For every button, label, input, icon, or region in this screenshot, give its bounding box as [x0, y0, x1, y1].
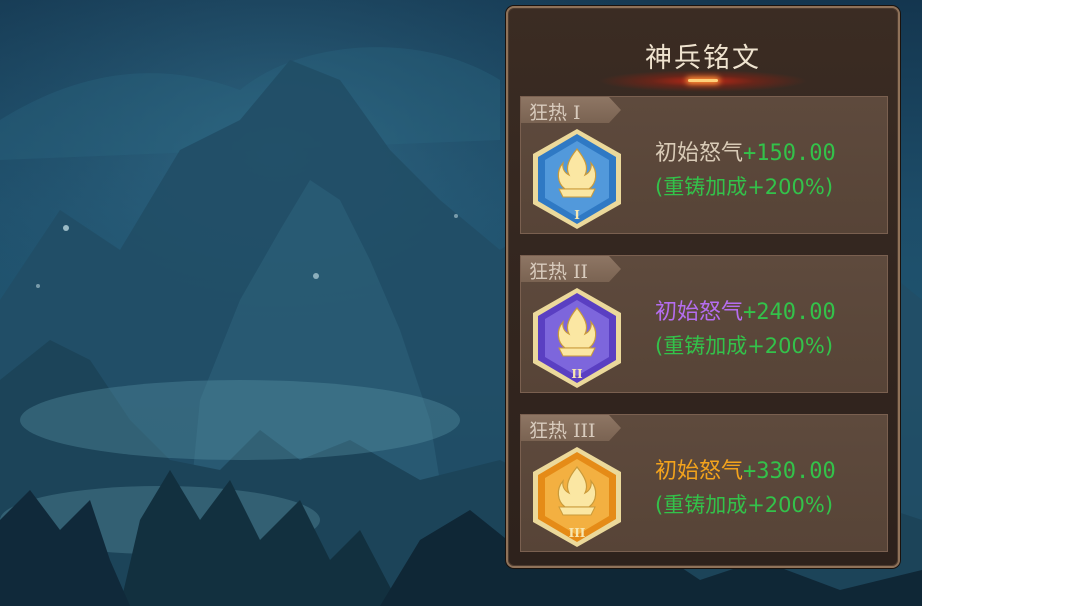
reforge-bonus: (重铸加成+200%): [655, 493, 834, 517]
panel-title: 神兵铭文: [645, 43, 761, 74]
card-tag-label: 狂热 II: [529, 261, 589, 283]
stat-name: 初始怒气: [655, 459, 744, 484]
flame-hexagon-icon: II: [533, 288, 621, 388]
card-tag-label: 狂热 III: [529, 420, 596, 442]
inscription-card-3[interactable]: 狂热 III III 初始怒气+330.00 (重铸加成+200%): [520, 414, 888, 552]
emblem-roman-numeral: I: [574, 208, 580, 222]
reforge-bonus: (重铸加成+200%): [655, 334, 834, 358]
screen-margin: [922, 0, 1080, 606]
stat-value: +150.00: [743, 141, 836, 166]
card-tag: 狂热 II: [521, 256, 621, 282]
title-spark-decoration: [688, 79, 718, 82]
stat-line: 初始怒气+330.00: [655, 453, 836, 485]
emblem-roman-numeral: II: [571, 367, 583, 381]
card-tag: 狂热 III: [521, 415, 621, 441]
stat-value: +240.00: [743, 300, 836, 325]
card-tag-label: 狂热 I: [529, 102, 581, 124]
stat-name: 初始怒气: [655, 300, 744, 325]
stat-value: +330.00: [743, 459, 836, 484]
inscription-card-1[interactable]: 狂热 I I 初始怒气+150.00 (重铸加成+200%): [520, 96, 888, 234]
inscription-card-2[interactable]: 狂热 II II 初始怒气+240.00 (重铸加成+200%): [520, 255, 888, 393]
flame-hexagon-icon: I: [533, 129, 621, 229]
stat-name: 初始怒气: [655, 141, 744, 166]
flame-hexagon-icon: III: [533, 447, 621, 547]
reforge-bonus: (重铸加成+200%): [655, 175, 834, 199]
card-tag: 狂热 I: [521, 97, 621, 123]
inscription-panel: 神兵铭文 狂热 I I 初始怒气+150.00 (重铸加成+200%) 狂热 I…: [506, 6, 900, 568]
emblem-roman-numeral: III: [569, 526, 586, 540]
stat-line: 初始怒气+150.00: [655, 135, 836, 167]
stat-line: 初始怒气+240.00: [655, 294, 836, 326]
